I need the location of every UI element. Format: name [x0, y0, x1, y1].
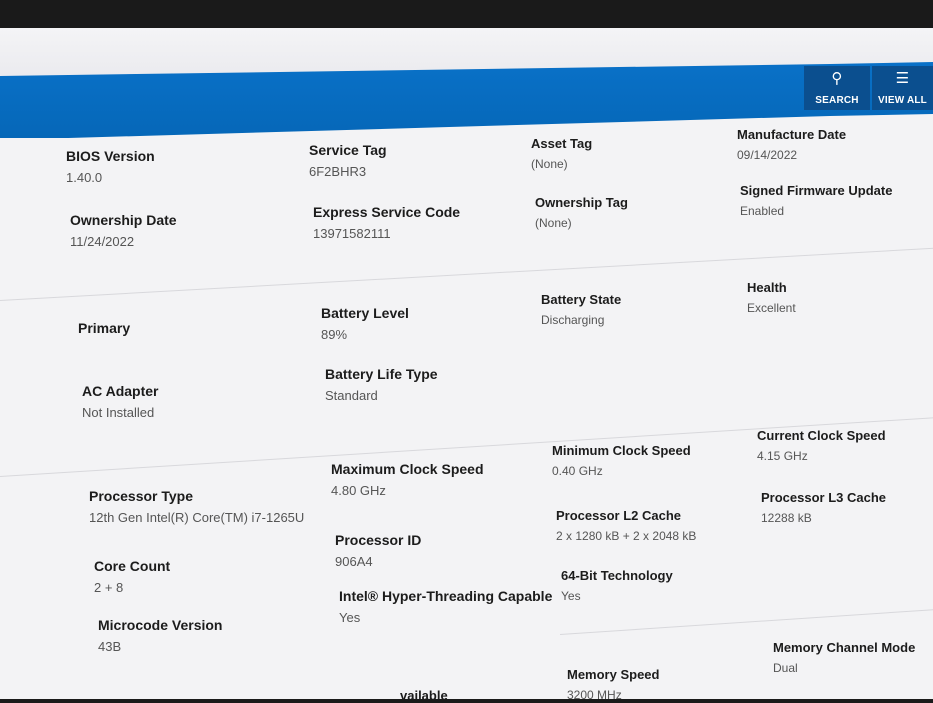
processor-id-value: 906A4: [335, 554, 373, 569]
asset-tag-value: (None): [531, 157, 568, 171]
memory-channel-mode-value: Dual: [773, 661, 798, 675]
ownership-date-value: 11/24/2022: [70, 234, 135, 249]
l2-cache-field: Processor L2 Cache 2 x 1280 kB + 2 x 204…: [556, 508, 696, 543]
ac-adapter-field: AC Adapter Not Installed: [82, 383, 159, 420]
processor-id-field: Processor ID 906A4: [335, 532, 421, 569]
section-divider: [559, 608, 933, 635]
battery-life-type-label: Battery Life Type: [325, 366, 438, 382]
asset-tag-field: Asset Tag (None): [531, 136, 592, 171]
microcode-label: Microcode Version: [98, 617, 223, 633]
memory-speed-label: Memory Speed: [567, 667, 660, 682]
processor-id-label: Processor ID: [335, 532, 422, 548]
l2-cache-label: Processor L2 Cache: [556, 508, 682, 523]
bios-version-field: BIOS Version 1.40.0: [66, 148, 155, 185]
ownership-tag-label: Ownership Tag: [535, 195, 628, 210]
core-count-field: Core Count 2 + 8: [94, 558, 170, 595]
min-clock-value: 0.40 GHz: [552, 464, 603, 478]
battery-health-field: Health Excellent: [747, 280, 796, 315]
max-clock-label: Maximum Clock Speed: [331, 461, 484, 477]
processor-type-field: Processor Type 12th Gen Intel(R) Core(TM…: [89, 488, 304, 525]
service-tag-field: Service Tag 6F2BHR3: [309, 142, 387, 179]
signed-firmware-label: Signed Firmware Update: [740, 183, 893, 198]
express-service-code-value: 13971582111: [313, 226, 391, 241]
service-tag-value: 6F2BHR3: [309, 164, 367, 179]
service-tag-label: Service Tag: [309, 142, 387, 158]
bit64-label: 64-Bit Technology: [561, 568, 673, 583]
manufacture-date-label: Manufacture Date: [737, 127, 847, 142]
l2-cache-value: 2 x 1280 kB + 2 x 2048 kB: [556, 529, 697, 543]
bios-version-value: 1.40.0: [66, 170, 103, 185]
bit64-field: 64-Bit Technology Yes: [561, 568, 673, 603]
l3-cache-value: 12288 kB: [761, 511, 812, 525]
battery-life-type-value: Standard: [325, 388, 378, 403]
bios-version-label: BIOS Version: [66, 148, 155, 164]
battery-state-label: Battery State: [541, 292, 622, 307]
battery-level-label: Battery Level: [321, 305, 409, 321]
memory-channel-mode-label: Memory Channel Mode: [773, 640, 916, 655]
battery-life-type-field: Battery Life Type Standard: [325, 366, 438, 403]
ownership-date-field: Ownership Date 11/24/2022: [70, 212, 177, 249]
battery-health-value: Excellent: [747, 301, 796, 315]
current-clock-value: 4.15 GHz: [757, 449, 808, 463]
manufacture-date-field: Manufacture Date 09/14/2022: [737, 127, 846, 162]
memory-speed-value: 3200 MHz: [567, 688, 622, 702]
l3-cache-field: Processor L3 Cache 12288 kB: [761, 490, 886, 525]
memory-channel-mode-field: Memory Channel Mode Dual: [773, 640, 915, 675]
battery-health-label: Health: [747, 280, 787, 295]
ownership-date-label: Ownership Date: [70, 212, 177, 228]
content-area: BIOS Version 1.40.0 Service Tag 6F2BHR3 …: [0, 0, 933, 703]
battery-level-field: Battery Level 89%: [321, 305, 409, 342]
max-clock-value: 4.80 GHz: [331, 483, 386, 498]
current-clock-label: Current Clock Speed: [757, 428, 886, 443]
hyperthreading-value: Yes: [339, 610, 361, 625]
memory-available-label: vailable: [400, 688, 448, 703]
min-clock-label: Minimum Clock Speed: [552, 443, 691, 458]
battery-state-field: Battery State Discharging: [541, 292, 621, 327]
ownership-tag-value: (None): [535, 216, 572, 230]
bit64-value: Yes: [561, 589, 581, 603]
express-service-code-field: Express Service Code 13971582111: [313, 204, 460, 241]
ac-adapter-label: AC Adapter: [82, 383, 159, 399]
processor-type-label: Processor Type: [89, 488, 194, 504]
microcode-field: Microcode Version 43B: [98, 617, 222, 654]
hyperthreading-label: Intel® Hyper-Threading Capable: [339, 588, 553, 604]
processor-type-value: 12th Gen Intel(R) Core(TM) i7-1265U: [89, 510, 305, 525]
core-count-label: Core Count: [94, 558, 171, 574]
min-clock-field: Minimum Clock Speed 0.40 GHz: [552, 443, 691, 478]
battery-state-value: Discharging: [541, 313, 605, 327]
current-clock-field: Current Clock Speed 4.15 GHz: [757, 428, 886, 463]
core-count-value: 2 + 8: [94, 580, 124, 595]
battery-primary-field: Primary: [78, 320, 130, 336]
express-service-code-label: Express Service Code: [313, 204, 461, 220]
asset-tag-label: Asset Tag: [531, 136, 593, 151]
l3-cache-label: Processor L3 Cache: [761, 490, 887, 505]
manufacture-date-value: 09/14/2022: [737, 148, 798, 162]
memory-available-field: vailable: [400, 688, 448, 703]
max-clock-field: Maximum Clock Speed 4.80 GHz: [331, 461, 484, 498]
signed-firmware-value: Enabled: [740, 204, 785, 218]
battery-primary-label: Primary: [78, 320, 131, 336]
memory-speed-field: Memory Speed 3200 MHz: [567, 667, 659, 702]
ac-adapter-value: Not Installed: [82, 405, 155, 420]
microcode-value: 43B: [98, 639, 122, 654]
battery-level-value: 89%: [321, 327, 348, 342]
hyperthreading-field: Intel® Hyper-Threading Capable Yes: [339, 588, 552, 625]
ownership-tag-field: Ownership Tag (None): [535, 195, 628, 230]
signed-firmware-field: Signed Firmware Update Enabled: [740, 183, 892, 218]
